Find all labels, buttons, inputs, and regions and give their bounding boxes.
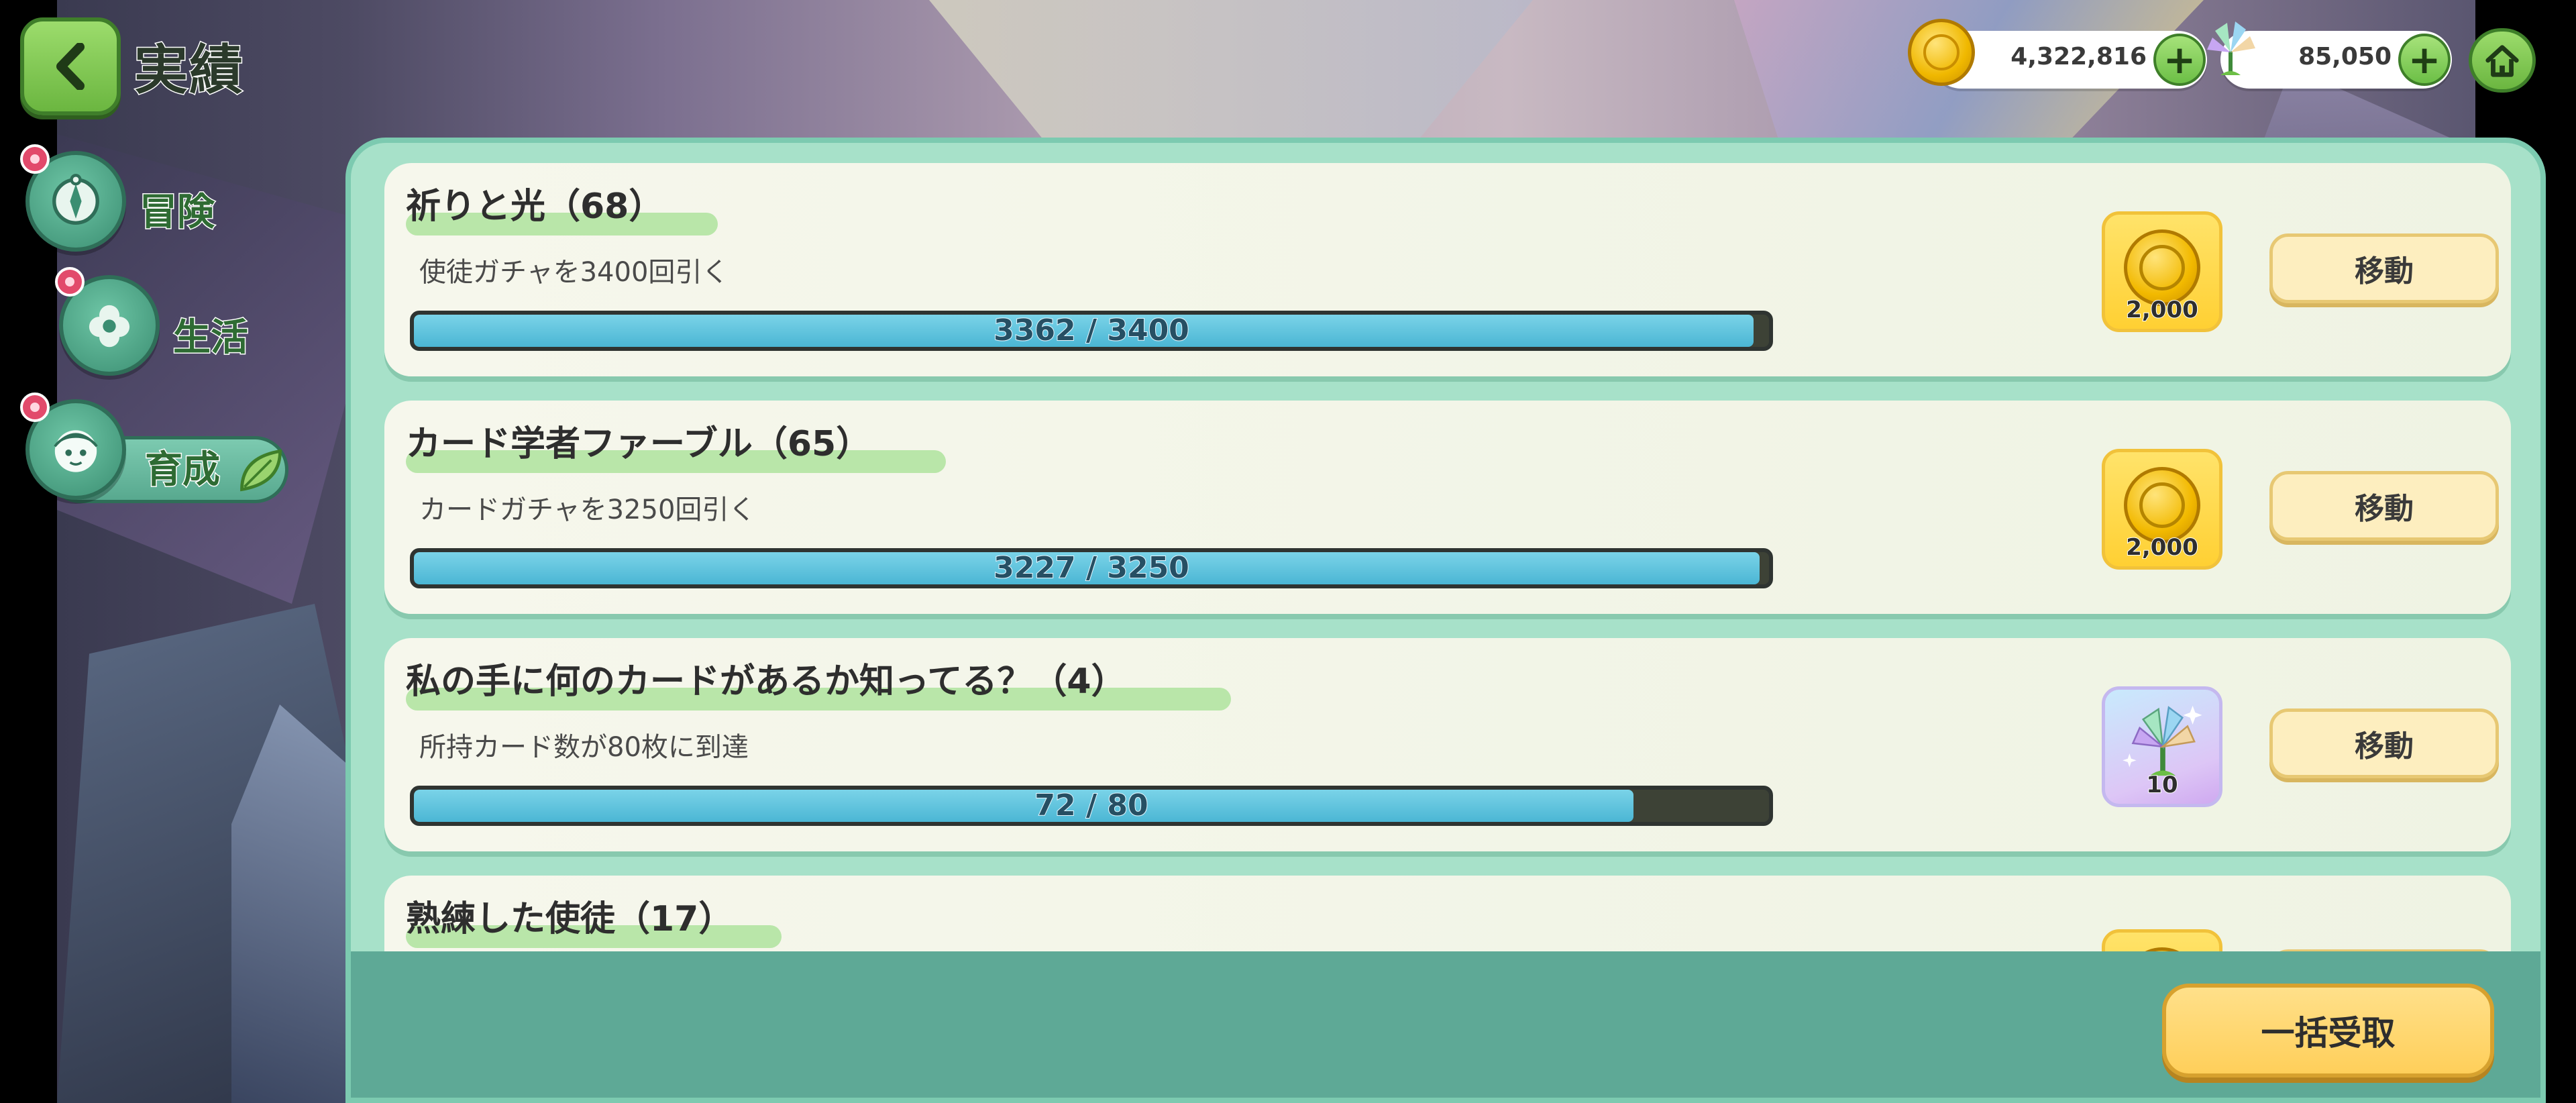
achievement-card: 私の手に何のカードがあるか知ってる？（4） 所持カード数が80枚に到達 72 /…	[384, 638, 2511, 851]
reward-coin[interactable]: 2,000	[2102, 449, 2222, 570]
back-arrow-icon	[56, 43, 85, 90]
move-button[interactable]: 移動	[2269, 708, 2499, 778]
back-button[interactable]	[20, 17, 121, 115]
sidebar-item-life[interactable]: 生活	[55, 267, 274, 382]
crystal-amount: 85,050	[2298, 43, 2392, 70]
notification-badge	[55, 267, 85, 297]
coin-icon	[2124, 229, 2200, 306]
achievement-description: 使徒ガチャを3400回引く	[419, 257, 729, 288]
achievement-card: カード学者ファーブル（65） カードガチャを3250回引く 3227 / 325…	[384, 401, 2511, 614]
progress-bar: 72 / 80	[410, 786, 1773, 826]
achievement-description: カードガチャを3250回引く	[419, 494, 756, 525]
progress-text: 72 / 80	[1034, 788, 1148, 823]
progress-text: 3227 / 3250	[993, 551, 1190, 585]
reward-quantity: 2,000	[2125, 533, 2199, 562]
sidebar-item-adventure[interactable]: 冒険	[20, 144, 240, 258]
crystal-icon	[2207, 21, 2255, 75]
notification-badge	[20, 392, 50, 422]
reward-crystal[interactable]: 10	[2102, 686, 2222, 807]
claim-all-button[interactable]: 一括受取	[2162, 984, 2494, 1078]
add-crystals-button[interactable]: +	[2398, 34, 2451, 86]
achievement-description: 所持カード数が80枚に到達	[419, 732, 749, 763]
achievement-panel: 祈りと光（68） 使徒ガチャを3400回引く 3362 / 3400 2,000…	[345, 138, 2546, 1103]
plus-icon: +	[2408, 37, 2441, 83]
coin-amount: 4,322,816	[2010, 43, 2147, 70]
move-button[interactable]: 移動	[2269, 471, 2499, 541]
background-crystal	[929, 0, 1533, 148]
reward-quantity: 2,000	[2125, 296, 2199, 324]
progress-bar: 3362 / 3400	[410, 311, 1773, 351]
achievement-title: 熟練した使徒（17）	[406, 899, 734, 939]
progress-bar: 3227 / 3250	[410, 548, 1773, 588]
achievement-title: 私の手に何のカードがあるか知ってる？（4）	[406, 662, 1126, 702]
reward-coin[interactable]	[2102, 929, 2222, 951]
achievement-card: 祈りと光（68） 使徒ガチャを3400回引く 3362 / 3400 2,000…	[384, 163, 2511, 376]
sidebar-item-label: 生活	[172, 315, 250, 361]
reward-quantity: 10	[2145, 771, 2178, 799]
sidebar-item-growth[interactable]: 育成	[20, 392, 294, 507]
coin-counter: 4,322,816 +	[1908, 19, 2207, 89]
progress-text: 3362 / 3400	[993, 313, 1190, 348]
move-button[interactable]: 移動	[2269, 233, 2499, 303]
achievement-list[interactable]: 祈りと光（68） 使徒ガチャを3400回引く 3362 / 3400 2,000…	[351, 143, 2540, 951]
achievement-title: カード学者ファーブル（65）	[406, 424, 871, 464]
home-button[interactable]	[2469, 28, 2536, 93]
plus-icon: +	[2163, 37, 2196, 83]
home-icon	[2485, 45, 2519, 77]
achievement-title: 祈りと光（68）	[406, 187, 664, 227]
coin-icon	[2124, 467, 2200, 543]
achievement-card: 熟練した使徒（17） 移動	[384, 876, 2511, 951]
page-title: 実績	[133, 38, 244, 103]
sidebar-item-label: 冒険	[139, 190, 216, 235]
panel-footer: 一括受取	[351, 951, 2540, 1098]
coin-icon	[1908, 19, 1975, 86]
sidebar-item-label: 育成	[144, 448, 221, 493]
crystal-counter: 85,050 +	[2207, 21, 2452, 89]
reward-coin[interactable]: 2,000	[2102, 211, 2222, 332]
notification-badge	[20, 144, 50, 174]
